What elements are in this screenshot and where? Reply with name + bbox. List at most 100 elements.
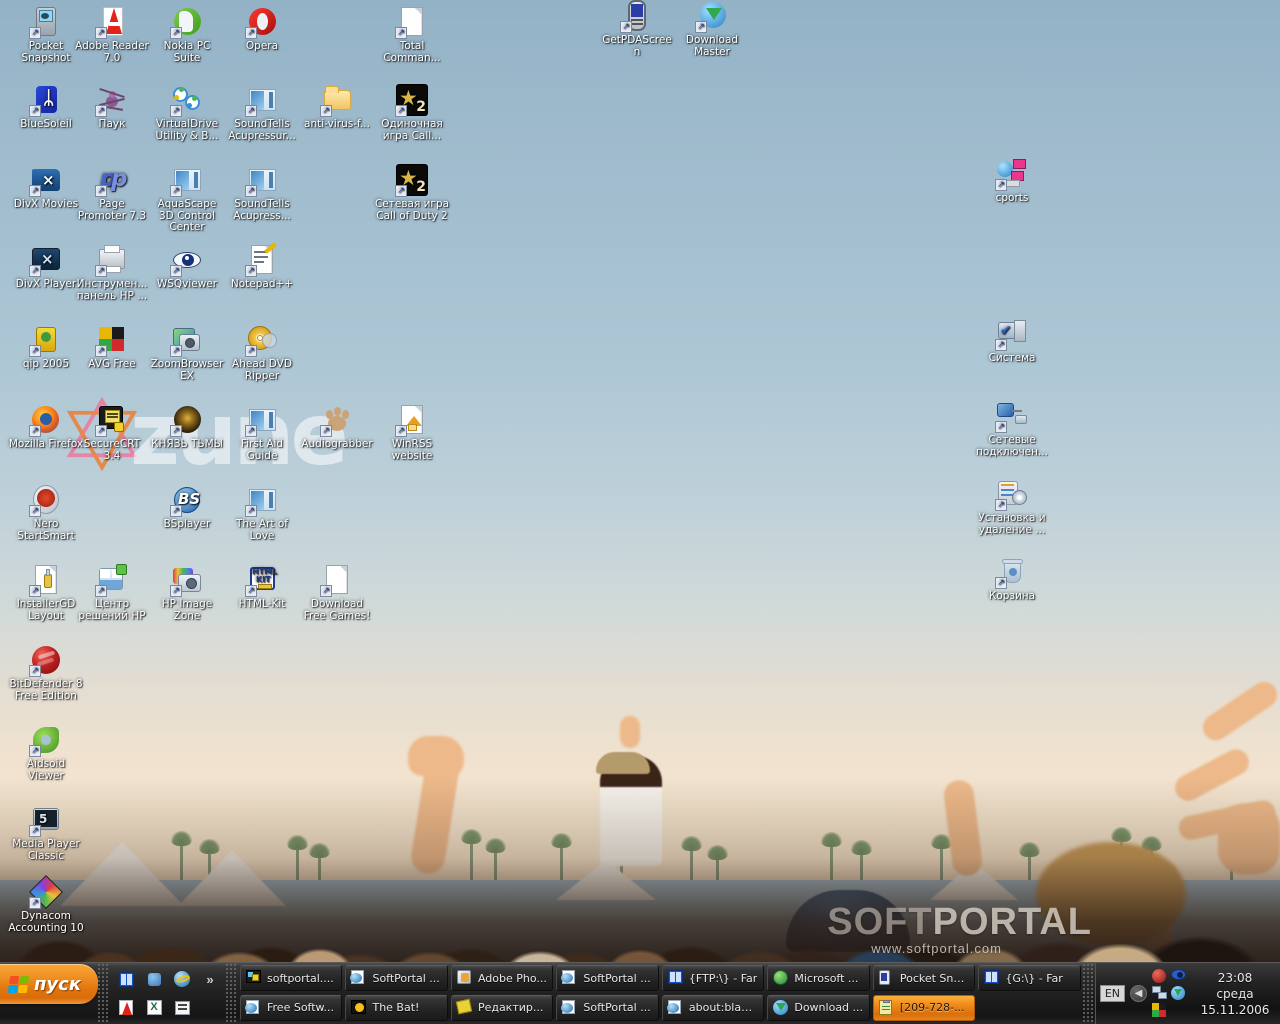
shortcut-overlay-icon — [29, 897, 41, 909]
taskbar-button[interactable]: Download ... — [767, 994, 870, 1021]
taskbar-button[interactable]: about:blan... — [661, 994, 765, 1021]
start-button[interactable]: пуск — [0, 964, 98, 1004]
taskbar-button[interactable]: Редактир... — [450, 994, 554, 1021]
quicklaunch-adobe-reader[interactable] — [113, 995, 139, 1021]
shortcut-overlay-icon — [320, 105, 332, 117]
desktop-icon-download-master[interactable]: Download Master — [674, 0, 750, 58]
desktop-icon-label: cports — [995, 192, 1029, 204]
taskbar-button[interactable]: softportal.... — [240, 965, 343, 991]
shortcut-overlay-icon — [29, 505, 41, 517]
network-tray-icon[interactable] — [1152, 986, 1168, 1001]
taskbar-button[interactable]: SoftPortal ... — [556, 965, 659, 991]
quicklaunch-notes[interactable] — [169, 995, 195, 1021]
desktop-icon-qip[interactable]: qip 2005 — [8, 324, 84, 371]
desktop-icon-nero[interactable]: Nero StartSmart — [8, 484, 84, 542]
desktop-icon-divx-movies[interactable]: ×DivX Movies — [8, 164, 84, 211]
taskbar-button[interactable]: Microsoft ... — [767, 965, 870, 991]
nokia-pc-suite-icon — [170, 6, 203, 39]
desktop-icon-window[interactable]: AquaScape 3D Control Center — [149, 164, 225, 234]
quicklaunch-far-manager[interactable] — [113, 966, 139, 992]
taskbar-button[interactable]: {G:\} - Far — [978, 965, 1081, 991]
desktop-icon-opera[interactable]: Opera — [224, 6, 300, 53]
desktop-icon-window[interactable]: First Aid Guide — [224, 404, 300, 462]
desktop-icon-bsplayer[interactable]: BSBSplayer — [149, 484, 225, 531]
desktop-icon-avg[interactable]: AVG Free — [74, 324, 150, 371]
eye-tray-icon[interactable] — [1171, 969, 1187, 984]
shortcut-overlay-icon — [29, 585, 41, 597]
desktop-icon-folder[interactable]: anti-virus-f... — [299, 84, 375, 131]
desktop-icon-spider[interactable]: Паук — [74, 84, 150, 131]
desktop-icon-audiograbber[interactable]: Audiograbber — [299, 404, 375, 451]
desktop-icon-winrss[interactable]: WinRSS website — [374, 404, 450, 462]
globe-tray-icon[interactable] — [1171, 986, 1187, 1001]
taskbar-button[interactable]: The Bat! — [345, 994, 448, 1021]
desktop-icon-label: SoundTells Acupress... — [233, 198, 291, 222]
desktop-icon-game[interactable]: КНЯЗЬ ТЬМЫ — [149, 404, 225, 451]
add-remove-programs-icon — [995, 478, 1028, 511]
quicklaunch-overflow-chevron-icon[interactable]: » — [197, 966, 223, 992]
desktop-icon-label: Сетевая игра Call of Duty 2 — [374, 198, 450, 222]
desktop-icon-label: Pocket Snapshot — [21, 40, 71, 64]
desktop-icon-network-connections[interactable]: Сетевые подключен... — [974, 400, 1050, 458]
desktop-icon-divx-player[interactable]: ×DivX Player — [8, 244, 84, 291]
shortcut-overlay-icon — [245, 105, 257, 117]
far-manager-icon — [667, 970, 684, 986]
desktop-icon-document[interactable]: Total Comman... — [374, 6, 450, 64]
desktop-icon-hp-printer[interactable]: Инструмен... панель HP ... — [74, 244, 150, 302]
taskbar-clock[interactable]: 23:08 среда 15.11.2006 — [1194, 970, 1272, 1018]
tray-grip[interactable] — [1082, 963, 1095, 1024]
tasks-grip[interactable] — [226, 963, 238, 1024]
taskbar-button[interactable]: {FTP:\} - Far — [661, 965, 765, 991]
desktop-icon-html-kit[interactable]: HTMLKITHTML-Kit — [224, 564, 300, 611]
tray-expand-chevron-icon[interactable]: ◀ — [1130, 985, 1147, 1002]
taskbar-button-label: The Bat! — [372, 1001, 420, 1014]
desktop-icon-adobe-reader[interactable]: Adobe Reader 7.0 — [74, 6, 150, 64]
desktop-icon-pda-screen[interactable]: GetPDAScreen — [599, 0, 675, 58]
desktop-icon-add-remove-programs[interactable]: Установка и удаление ... — [974, 478, 1050, 536]
desktop-icon-recycle-bin[interactable]: Корзина — [974, 556, 1050, 603]
shortcut-overlay-icon — [170, 345, 182, 357]
desktop-icon-call-of-duty[interactable]: ★2Одиночная игра Call... — [374, 84, 450, 142]
desktop-icon-zoombrowser[interactable]: ZoomBrowser EX — [149, 324, 225, 382]
desktop-icon-nokia-pc-suite[interactable]: Nokia PC Suite — [149, 6, 225, 64]
desktop-icon-virtualdrive[interactable]: VirtualDrive Utility & B... — [149, 84, 225, 142]
desktop-icon-firefox[interactable]: Mozilla Firefox — [8, 404, 84, 451]
desktop-icon-call-of-duty[interactable]: ★2Сетевая игра Call of Duty 2 — [374, 164, 450, 222]
desktop-icon-page-promoter[interactable]: ppPage Promoter 7.3 — [74, 164, 150, 222]
desktop-icon-window[interactable]: SoundTells Acupress... — [224, 164, 300, 222]
desktop-icon-window[interactable]: The Art of Love — [224, 484, 300, 542]
quicklaunch-blue-rounded[interactable] — [141, 966, 167, 992]
taskbar-button[interactable]: [209-728-... — [872, 994, 976, 1021]
desktop-icon-securecrt[interactable]: SecureCRT 3.4 — [74, 404, 150, 462]
desktop-icon-dynacom[interactable]: Dynacom Accounting 10 — [8, 875, 84, 934]
avg-tray-icon[interactable] — [1152, 1003, 1168, 1018]
taskbar-button[interactable]: SoftPortal ... — [556, 994, 659, 1021]
desktop-icon-media-player-classic[interactable]: 5Media Player Classic — [8, 804, 84, 862]
language-indicator[interactable]: EN — [1099, 985, 1125, 1002]
desktop-icon-cports[interactable]: cports — [974, 158, 1050, 205]
desktop-icon-document[interactable]: Download Free Games! — [299, 564, 375, 622]
taskbar-button[interactable]: Free Softw... — [240, 994, 343, 1021]
taskbar-button-label: {G:\} - Far — [1005, 971, 1063, 985]
desktop-icon-dvd[interactable]: Ahead DVD Ripper — [224, 324, 300, 382]
quicklaunch-grip[interactable] — [98, 963, 110, 1024]
desktop-icon-notepad-plus[interactable]: Notepad++ — [224, 242, 300, 291]
desktop-icon-aidsoid[interactable]: Aidsoid Viewer — [8, 724, 84, 782]
desktop-icon-hp-image-zone[interactable]: HP Image Zone — [149, 564, 225, 622]
desktop-icon-system-properties[interactable]: ✔Система — [974, 318, 1050, 365]
desktop-icon-hp-solution-center[interactable]: Центр решений HP — [74, 564, 150, 622]
desktop-icon-pda-device[interactable]: Pocket Snapshot — [8, 6, 84, 64]
desktop-icon-bluetooth[interactable]: ᛦBlueSoleil — [8, 84, 84, 131]
quicklaunch-internet-explorer[interactable] — [169, 966, 195, 992]
desktop-icon-window[interactable]: SoundTells Acupressur... — [224, 84, 300, 142]
desktop-icon-label: Download Master — [685, 34, 739, 58]
desktop-icon-installer[interactable]: InstallerGD Layout — [8, 564, 84, 622]
bitdefender-tray-icon[interactable] — [1152, 969, 1168, 984]
taskbar-button[interactable]: Pocket Sna... — [872, 965, 976, 991]
desktop-icon-bitdefender[interactable]: BitDefender 8 Free Edition — [8, 644, 84, 702]
taskbar-button[interactable]: SoftPortal ... — [345, 965, 448, 991]
quicklaunch-excel[interactable]: X — [141, 995, 167, 1021]
desktop-icon-eye[interactable]: WSQviewer — [149, 244, 225, 291]
desktop-icon-label: Nero StartSmart — [17, 518, 75, 542]
taskbar-button[interactable]: Adobe Pho... — [450, 965, 554, 991]
